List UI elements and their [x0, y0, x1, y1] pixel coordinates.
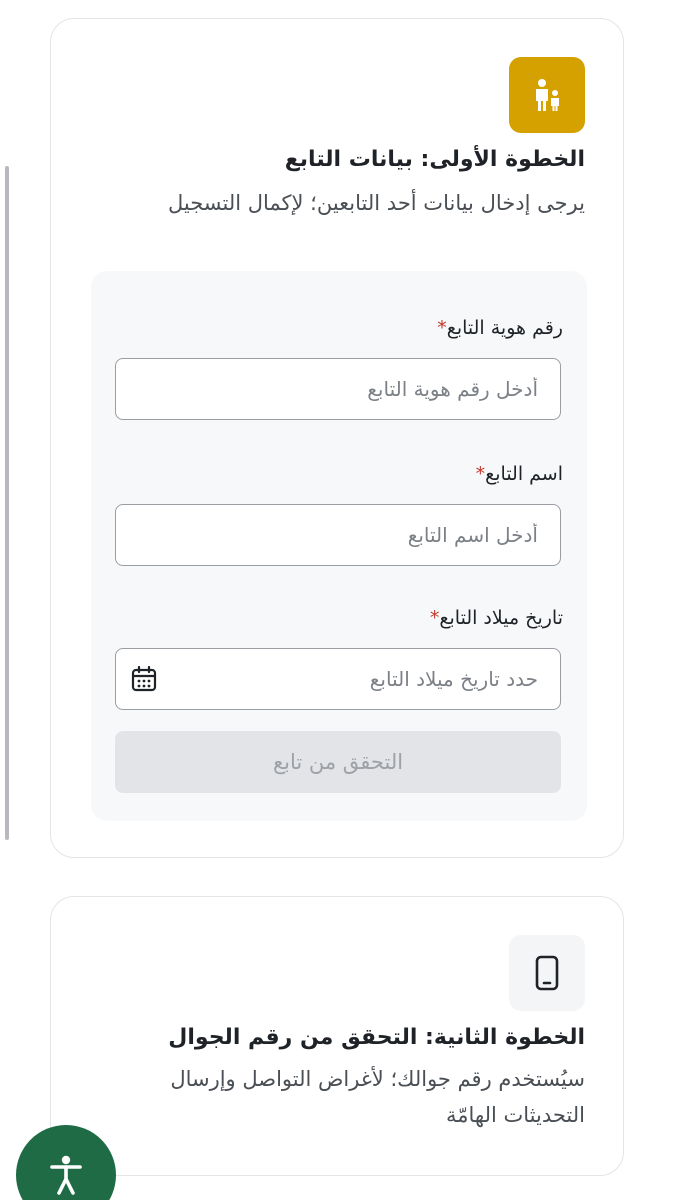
dependent-birthdate-label: تاريخ ميلاد التابع*: [429, 607, 563, 629]
required-mark: *: [429, 607, 440, 629]
calendar-icon[interactable]: [131, 666, 157, 692]
dependent-id-label: رقم هوية التابع*: [437, 317, 563, 339]
step1-title: الخطوة الأولى: بيانات التابع: [284, 147, 585, 172]
scrollbar[interactable]: [5, 166, 9, 840]
dependent-name-input[interactable]: [115, 504, 561, 566]
parent-child-icon: [509, 57, 585, 133]
required-mark: *: [475, 463, 486, 485]
required-mark: *: [437, 317, 447, 339]
step1-card: الخطوة الأولى: بيانات التابع يرجى إدخال …: [50, 18, 624, 858]
dependent-id-input[interactable]: [115, 358, 561, 420]
verify-dependent-button[interactable]: التحقق من تابع: [115, 731, 561, 793]
step2-description: سيُستخدم رقم جوالك؛ لأغراض التواصل وإرسا…: [170, 1067, 585, 1127]
dependent-birthdate-input[interactable]: [115, 648, 561, 710]
page: الخطوة الأولى: بيانات التابع يرجى إدخال …: [0, 0, 675, 1200]
dependent-form: رقم هوية التابع* اسم التابع* تاريخ ميلاد…: [91, 271, 587, 821]
accessibility-icon: [50, 1155, 82, 1195]
step1-description: يرجى إدخال بيانات أحد التابعين؛ لإكمال ا…: [167, 191, 585, 215]
step2-card: الخطوة الثانية: التحقق من رقم الجوال سيُ…: [50, 896, 624, 1176]
dependent-name-label: اسم التابع*: [475, 463, 563, 485]
step2-title: الخطوة الثانية: التحقق من رقم الجوال: [168, 1025, 585, 1050]
mobile-phone-icon: [509, 935, 585, 1011]
